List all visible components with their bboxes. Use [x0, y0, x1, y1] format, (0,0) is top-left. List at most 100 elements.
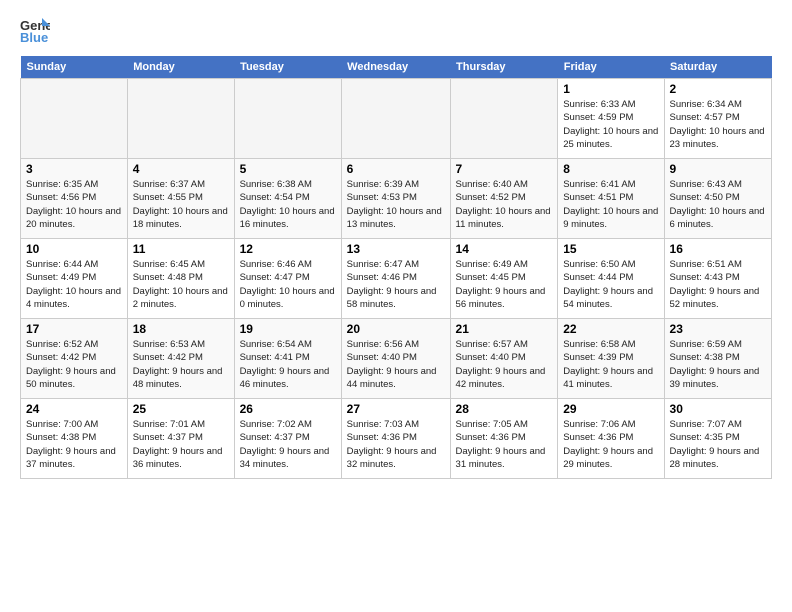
day-info: Sunrise: 7:06 AM Sunset: 4:36 PM Dayligh…	[563, 418, 658, 471]
calendar-cell: 25 Sunrise: 7:01 AM Sunset: 4:37 PM Dayli…	[127, 399, 234, 479]
day-number: 1	[563, 82, 658, 96]
calendar-cell: 20 Sunrise: 6:56 AM Sunset: 4:40 PM Dayli…	[341, 319, 450, 399]
day-number: 30	[670, 402, 766, 416]
day-number: 3	[26, 162, 122, 176]
calendar-cell: 7 Sunrise: 6:40 AM Sunset: 4:52 PM Daylig…	[450, 159, 558, 239]
day-info: Sunrise: 6:49 AM Sunset: 4:45 PM Dayligh…	[456, 258, 553, 311]
weekday-header: Friday	[558, 56, 664, 79]
day-number: 23	[670, 322, 766, 336]
day-info: Sunrise: 7:05 AM Sunset: 4:36 PM Dayligh…	[456, 418, 553, 471]
calendar-cell: 16 Sunrise: 6:51 AM Sunset: 4:43 PM Dayli…	[664, 239, 771, 319]
day-number: 6	[347, 162, 445, 176]
day-info: Sunrise: 6:41 AM Sunset: 4:51 PM Dayligh…	[563, 178, 658, 231]
day-info: Sunrise: 6:45 AM Sunset: 4:48 PM Dayligh…	[133, 258, 229, 311]
calendar-cell: 21Sunrise: 6:57 AM Sunset: 4:40 PM Dayli…	[450, 319, 558, 399]
day-info: Sunrise: 6:39 AM Sunset: 4:53 PM Dayligh…	[347, 178, 445, 231]
calendar-cell: 14 Sunrise: 6:49 AM Sunset: 4:45 PM Dayli…	[450, 239, 558, 319]
calendar-cell: 30 Sunrise: 7:07 AM Sunset: 4:35 PM Dayli…	[664, 399, 771, 479]
day-number: 22	[563, 322, 658, 336]
day-info: Sunrise: 6:35 AM Sunset: 4:56 PM Dayligh…	[26, 178, 122, 231]
day-number: 29	[563, 402, 658, 416]
calendar-cell: 1 Sunrise: 6:33 AM Sunset: 4:59 PM Daylig…	[558, 79, 664, 159]
day-info: Sunrise: 6:40 AM Sunset: 4:52 PM Dayligh…	[456, 178, 553, 231]
calendar-cell: 28 Sunrise: 7:05 AM Sunset: 4:36 PM Dayli…	[450, 399, 558, 479]
calendar-week-row: 17 Sunrise: 6:52 AM Sunset: 4:42 PM Dayli…	[21, 319, 772, 399]
day-number: 15	[563, 242, 658, 256]
calendar-cell: 4Sunrise: 6:37 AM Sunset: 4:55 PM Daylig…	[127, 159, 234, 239]
calendar-cell: 24Sunrise: 7:00 AM Sunset: 4:38 PM Dayli…	[21, 399, 128, 479]
page-container: General Blue SundayMondayTuesdayWednesda…	[0, 0, 792, 489]
day-info: Sunrise: 6:33 AM Sunset: 4:59 PM Dayligh…	[563, 98, 658, 151]
calendar-cell: 23 Sunrise: 6:59 AM Sunset: 4:38 PM Dayli…	[664, 319, 771, 399]
day-number: 18	[133, 322, 229, 336]
calendar-cell: 13 Sunrise: 6:47 AM Sunset: 4:46 PM Dayli…	[341, 239, 450, 319]
calendar-cell: 5 Sunrise: 6:38 AM Sunset: 4:54 PM Daylig…	[234, 159, 341, 239]
day-number: 7	[456, 162, 553, 176]
day-info: Sunrise: 6:38 AM Sunset: 4:54 PM Dayligh…	[240, 178, 336, 231]
day-number: 19	[240, 322, 336, 336]
calendar-cell: 29 Sunrise: 7:06 AM Sunset: 4:36 PM Dayli…	[558, 399, 664, 479]
calendar-body: 1 Sunrise: 6:33 AM Sunset: 4:59 PM Daylig…	[21, 79, 772, 479]
day-number: 14	[456, 242, 553, 256]
calendar-week-row: 24Sunrise: 7:00 AM Sunset: 4:38 PM Dayli…	[21, 399, 772, 479]
weekday-header: Wednesday	[341, 56, 450, 79]
day-number: 4	[133, 162, 229, 176]
calendar-cell	[21, 79, 128, 159]
day-info: Sunrise: 6:54 AM Sunset: 4:41 PM Dayligh…	[240, 338, 336, 391]
calendar-cell: 3 Sunrise: 6:35 AM Sunset: 4:56 PM Daylig…	[21, 159, 128, 239]
calendar-cell: 6 Sunrise: 6:39 AM Sunset: 4:53 PM Daylig…	[341, 159, 450, 239]
calendar-week-row: 3 Sunrise: 6:35 AM Sunset: 4:56 PM Daylig…	[21, 159, 772, 239]
calendar-header-row: SundayMondayTuesdayWednesdayThursdayFrid…	[21, 56, 772, 79]
day-number: 17	[26, 322, 122, 336]
header: General Blue	[20, 16, 772, 44]
day-number: 9	[670, 162, 766, 176]
day-info: Sunrise: 7:07 AM Sunset: 4:35 PM Dayligh…	[670, 418, 766, 471]
calendar-cell: 8Sunrise: 6:41 AM Sunset: 4:51 PM Daylig…	[558, 159, 664, 239]
day-number: 25	[133, 402, 229, 416]
calendar-cell	[450, 79, 558, 159]
day-number: 13	[347, 242, 445, 256]
calendar-cell: 15Sunrise: 6:50 AM Sunset: 4:44 PM Dayli…	[558, 239, 664, 319]
calendar-cell: 9 Sunrise: 6:43 AM Sunset: 4:50 PM Daylig…	[664, 159, 771, 239]
calendar-cell: 22Sunrise: 6:58 AM Sunset: 4:39 PM Dayli…	[558, 319, 664, 399]
day-number: 20	[347, 322, 445, 336]
day-number: 21	[456, 322, 553, 336]
calendar-cell	[341, 79, 450, 159]
svg-text:Blue: Blue	[20, 30, 48, 44]
calendar-cell: 17 Sunrise: 6:52 AM Sunset: 4:42 PM Dayli…	[21, 319, 128, 399]
day-info: Sunrise: 6:47 AM Sunset: 4:46 PM Dayligh…	[347, 258, 445, 311]
calendar-cell: 11Sunrise: 6:45 AM Sunset: 4:48 PM Dayli…	[127, 239, 234, 319]
calendar-cell	[234, 79, 341, 159]
weekday-header: Sunday	[21, 56, 128, 79]
day-number: 26	[240, 402, 336, 416]
logo-icon: General Blue	[20, 16, 50, 44]
weekday-header: Tuesday	[234, 56, 341, 79]
day-number: 28	[456, 402, 553, 416]
calendar-cell: 26 Sunrise: 7:02 AM Sunset: 4:37 PM Dayli…	[234, 399, 341, 479]
logo: General Blue	[20, 16, 54, 44]
calendar-cell: 10 Sunrise: 6:44 AM Sunset: 4:49 PM Dayli…	[21, 239, 128, 319]
day-number: 10	[26, 242, 122, 256]
day-info: Sunrise: 6:56 AM Sunset: 4:40 PM Dayligh…	[347, 338, 445, 391]
day-info: Sunrise: 6:34 AM Sunset: 4:57 PM Dayligh…	[670, 98, 766, 151]
calendar-cell: 2 Sunrise: 6:34 AM Sunset: 4:57 PM Daylig…	[664, 79, 771, 159]
weekday-header: Monday	[127, 56, 234, 79]
day-number: 24	[26, 402, 122, 416]
day-number: 5	[240, 162, 336, 176]
calendar-cell: 19 Sunrise: 6:54 AM Sunset: 4:41 PM Dayli…	[234, 319, 341, 399]
day-info: Sunrise: 6:43 AM Sunset: 4:50 PM Dayligh…	[670, 178, 766, 231]
day-info: Sunrise: 7:01 AM Sunset: 4:37 PM Dayligh…	[133, 418, 229, 471]
day-info: Sunrise: 6:52 AM Sunset: 4:42 PM Dayligh…	[26, 338, 122, 391]
weekday-header: Thursday	[450, 56, 558, 79]
day-info: Sunrise: 6:44 AM Sunset: 4:49 PM Dayligh…	[26, 258, 122, 311]
calendar-week-row: 1 Sunrise: 6:33 AM Sunset: 4:59 PM Daylig…	[21, 79, 772, 159]
day-info: Sunrise: 6:51 AM Sunset: 4:43 PM Dayligh…	[670, 258, 766, 311]
day-number: 2	[670, 82, 766, 96]
calendar-table: SundayMondayTuesdayWednesdayThursdayFrid…	[20, 56, 772, 479]
day-number: 16	[670, 242, 766, 256]
weekday-header: Saturday	[664, 56, 771, 79]
day-info: Sunrise: 7:02 AM Sunset: 4:37 PM Dayligh…	[240, 418, 336, 471]
day-info: Sunrise: 6:59 AM Sunset: 4:38 PM Dayligh…	[670, 338, 766, 391]
day-number: 12	[240, 242, 336, 256]
calendar-week-row: 10 Sunrise: 6:44 AM Sunset: 4:49 PM Dayli…	[21, 239, 772, 319]
